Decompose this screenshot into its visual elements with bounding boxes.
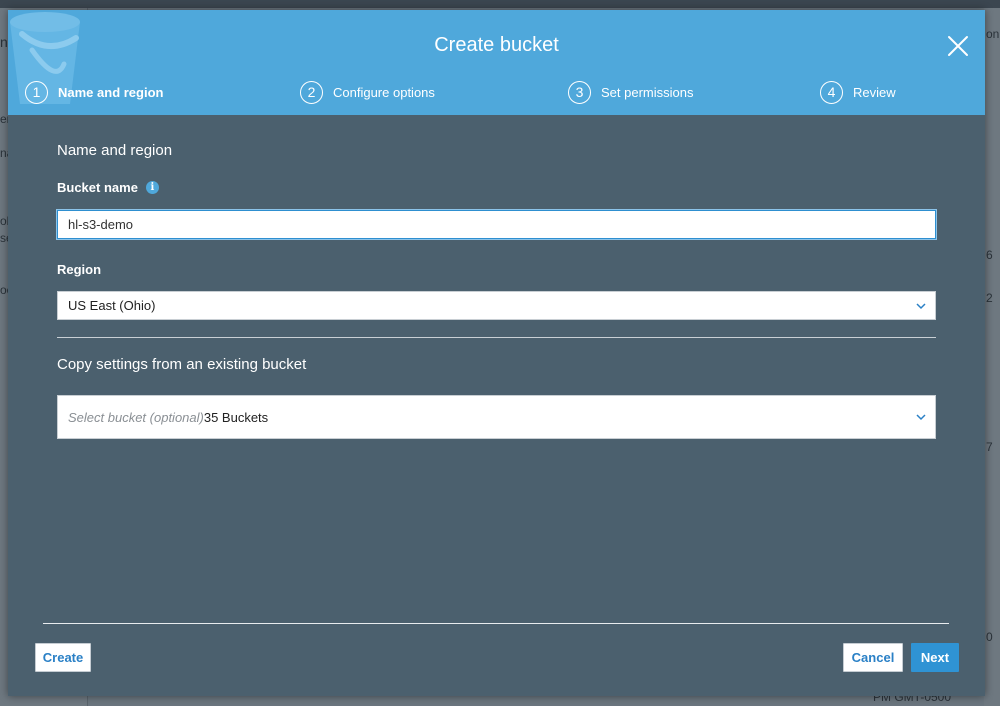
close-icon[interactable]: [946, 34, 970, 58]
step-number: 2: [300, 80, 323, 104]
copy-settings-select[interactable]: Select bucket (optional) 35 Buckets: [57, 395, 936, 439]
step-label: Name and region: [58, 84, 164, 100]
background-text: on: [986, 27, 1000, 41]
cancel-button[interactable]: Cancel: [843, 643, 903, 672]
bucket-count: 35 Buckets: [203, 409, 269, 425]
bucket-name-label: Bucket name i: [57, 180, 159, 195]
step-number: 4: [820, 80, 843, 104]
step-label: Review: [853, 84, 896, 100]
step-number: 1: [25, 80, 48, 104]
region-label: Region: [57, 262, 101, 277]
wizard-steps: 1 Name and region 2 Configure options 3 …: [8, 80, 985, 104]
section-divider: [57, 337, 936, 338]
chevron-down-icon: [916, 414, 926, 421]
modal-header: Create bucket 1 Name and region 2 Config…: [8, 10, 985, 115]
bucket-name-value: hl-s3-demo: [68, 217, 134, 232]
create-button[interactable]: Create: [35, 643, 91, 672]
background-text: 6: [986, 248, 993, 262]
background-text: 7: [986, 440, 993, 454]
step-name-and-region[interactable]: 1 Name and region: [25, 80, 163, 104]
step-review[interactable]: 4 Review: [820, 80, 896, 104]
background-text: 0: [986, 630, 993, 644]
region-label-text: Region: [57, 262, 102, 277]
copy-settings-title: Copy settings from an existing bucket: [57, 356, 307, 373]
next-button[interactable]: Next: [911, 643, 959, 672]
background-text: n: [0, 34, 8, 50]
bucket-name-label-text: Bucket name: [57, 180, 138, 195]
background-text: 2: [986, 291, 993, 305]
step-label: Configure options: [333, 84, 435, 100]
region-selected-value: US East (Ohio): [68, 298, 156, 313]
section-title: Name and region: [57, 142, 173, 159]
step-number: 3: [568, 80, 591, 104]
copy-settings-placeholder: Select bucket (optional): [68, 409, 204, 425]
region-select[interactable]: US East (Ohio): [57, 291, 936, 320]
step-set-permissions[interactable]: 3 Set permissions: [568, 80, 693, 104]
bucket-name-input[interactable]: hl-s3-demo: [57, 210, 936, 239]
modal-title: Create bucket: [434, 34, 559, 56]
footer-divider: [43, 623, 949, 624]
background-topbar: [0, 0, 1000, 8]
step-label: Set permissions: [601, 84, 694, 100]
info-icon[interactable]: i: [145, 181, 159, 194]
step-configure-options[interactable]: 2 Configure options: [300, 80, 435, 104]
background-right-edge: [984, 8, 1000, 706]
chevron-down-icon: [916, 302, 926, 309]
create-bucket-modal: Create bucket 1 Name and region 2 Config…: [8, 10, 985, 696]
